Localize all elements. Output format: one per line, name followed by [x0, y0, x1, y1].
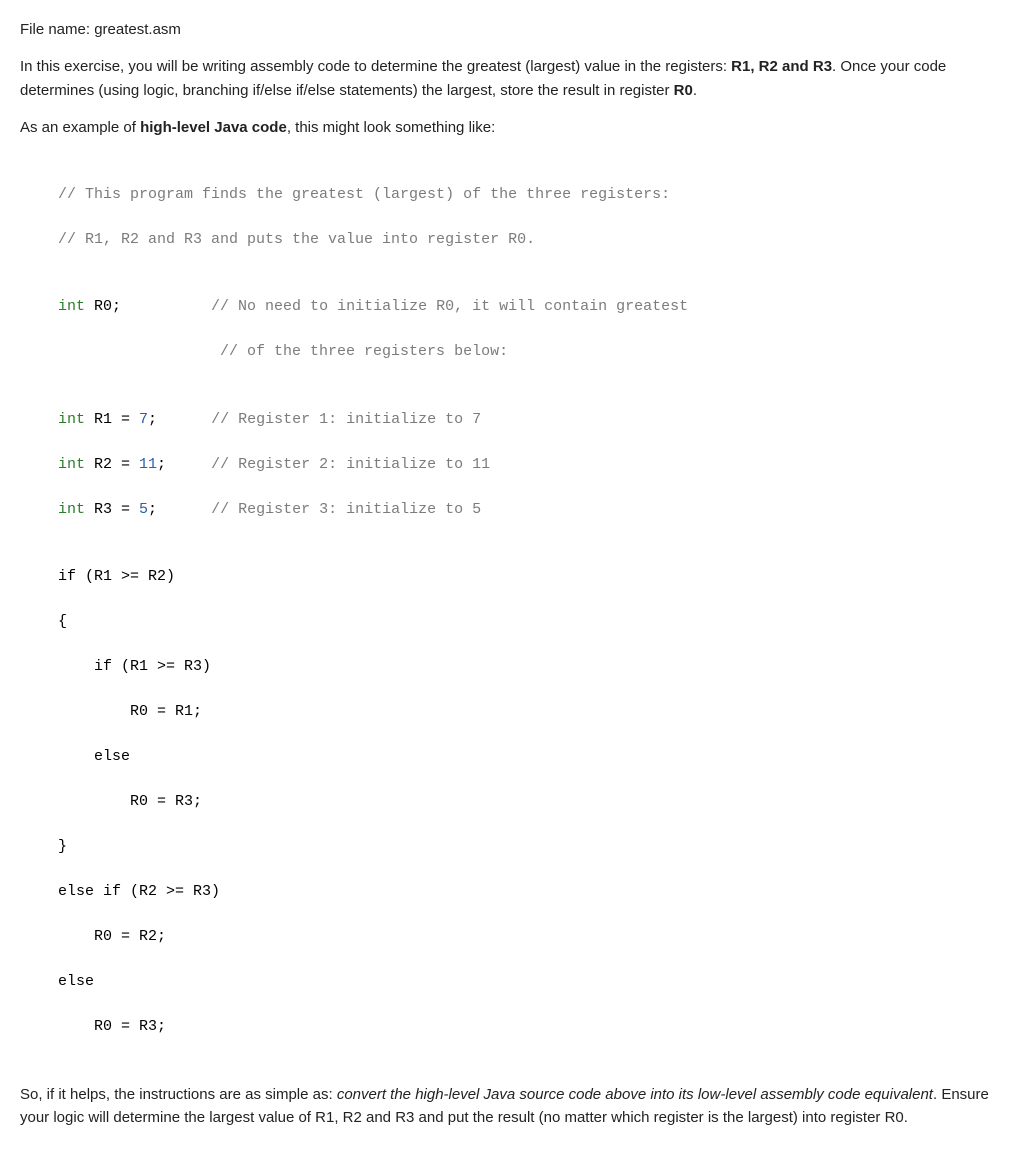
p1-text-a: In this exercise, you will be writing as…	[20, 58, 731, 75]
code-cond: (R2 >= R3)	[121, 883, 220, 900]
code-keyword: else if	[58, 883, 121, 900]
paragraph-2: As an example of high-level Java code, t…	[20, 116, 1004, 139]
filename-label: File name:	[20, 21, 90, 38]
code-var: R2 =	[85, 456, 139, 473]
code-keyword: else	[58, 973, 94, 990]
outro-paragraph: So, if it helps, the instructions are as…	[20, 1083, 1004, 1130]
code-assign: R0 = R3;	[58, 793, 202, 810]
code-comment: // Register 1: initialize to 7	[157, 411, 481, 428]
code-var: R1 =	[85, 411, 139, 428]
p1-registers-bold: R1, R2 and R3	[731, 58, 832, 75]
code-comment: // Register 3: initialize to 5	[157, 501, 481, 518]
code-comment: // This program finds the greatest (larg…	[58, 186, 670, 203]
code-number: 11	[139, 456, 157, 473]
code-var: ;	[148, 501, 157, 518]
code-comment: // No need to initialize R0, it will con…	[121, 298, 688, 315]
code-comment: // R1, R2 and R3 and puts the value into…	[58, 231, 535, 248]
code-type: int	[58, 411, 85, 428]
code-type: int	[58, 456, 85, 473]
code-number: 7	[139, 411, 148, 428]
code-cond: (R1 >= R3)	[112, 658, 211, 675]
p2-text-a: As an example of	[20, 119, 140, 136]
code-keyword: if	[58, 568, 76, 585]
paragraph-1: In this exercise, you will be writing as…	[20, 55, 1004, 102]
code-type: int	[58, 298, 85, 315]
code-comment: // of the three registers below:	[58, 343, 508, 360]
code-type: int	[58, 501, 85, 518]
code-assign: R0 = R3;	[58, 1018, 166, 1035]
code-comment: // Register 2: initialize to 11	[166, 456, 490, 473]
code-number: 5	[139, 501, 148, 518]
outro-italic: convert the high-level Java source code …	[337, 1086, 933, 1103]
code-var: ;	[148, 411, 157, 428]
outro-text-1: So, if it helps, the instructions are as…	[20, 1086, 337, 1103]
code-brace: {	[58, 613, 67, 630]
filename-value: greatest.asm	[94, 21, 181, 38]
p1-text-c: .	[693, 82, 697, 99]
code-keyword: if	[58, 658, 112, 675]
p2-text-b: , this might look something like:	[287, 119, 495, 136]
code-var: R3 =	[85, 501, 139, 518]
code-var: ;	[157, 456, 166, 473]
filename-line: File name: greatest.asm	[20, 18, 1004, 41]
p2-bold: high-level Java code	[140, 119, 287, 136]
code-brace: }	[58, 838, 67, 855]
code-var: R0;	[85, 298, 121, 315]
code-keyword: else	[58, 748, 130, 765]
p1-result-reg-bold: R0	[674, 82, 693, 99]
code-block: // This program finds the greatest (larg…	[58, 161, 1004, 1061]
code-assign: R0 = R2;	[58, 928, 166, 945]
code-assign: R0 = R1;	[58, 703, 202, 720]
code-cond: (R1 >= R2)	[76, 568, 175, 585]
